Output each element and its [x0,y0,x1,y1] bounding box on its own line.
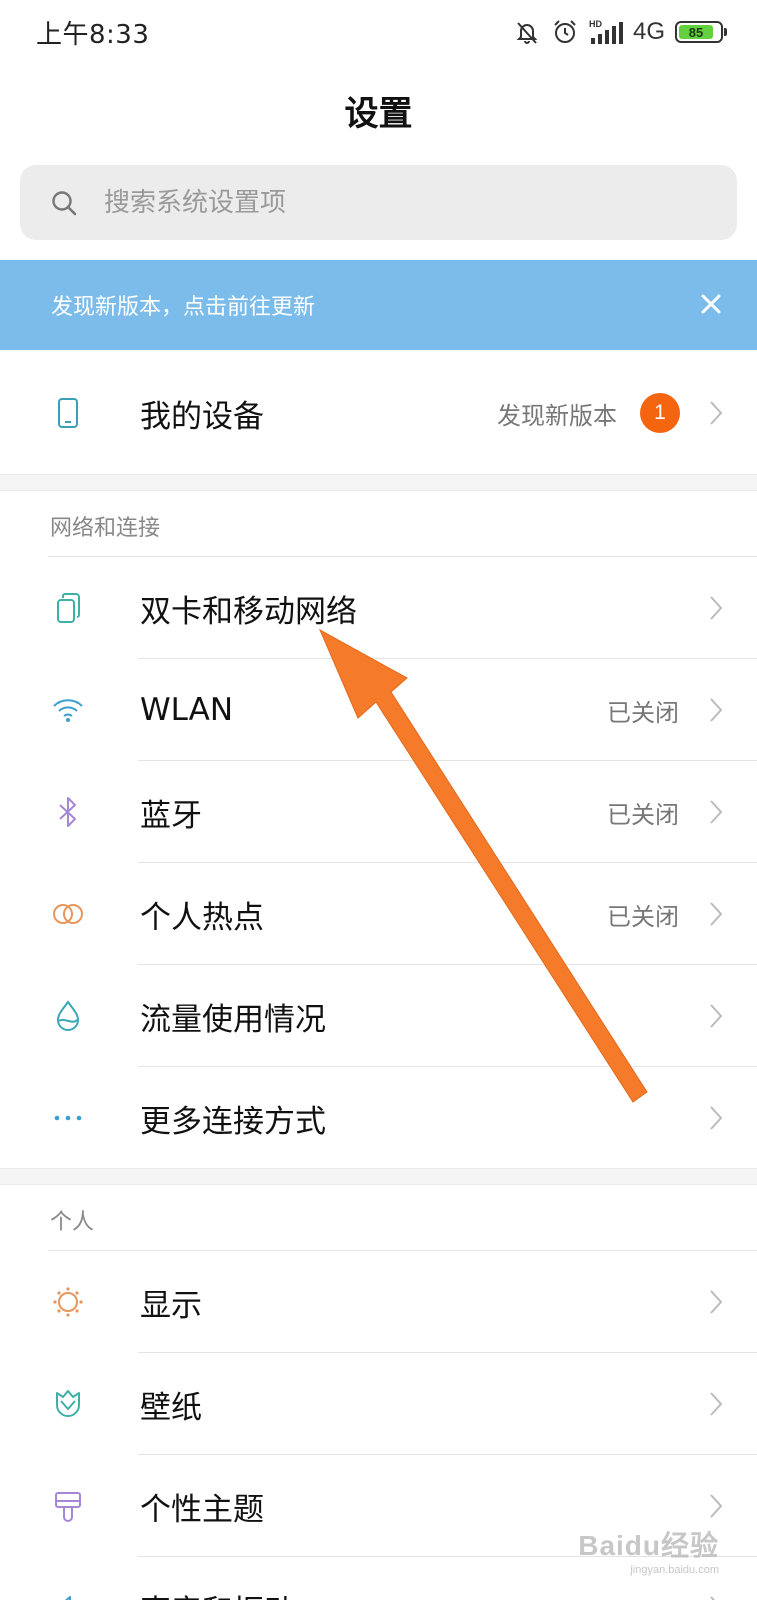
chevron-right-icon [710,1494,723,1518]
divider [138,760,757,761]
watermark-logo: Baidu经验 [578,1530,719,1561]
divider [48,556,757,557]
row-data-usage[interactable]: 流量使用情况 [0,966,757,1066]
row-bluetooth[interactable]: 蓝牙 已关闭 [0,762,757,862]
row-label: 更多连接方式 [140,1103,326,1140]
row-label: 个性主题 [140,1491,264,1528]
status-time: 上午8:33 [36,20,150,50]
row-label: 流量使用情况 [140,1001,326,1038]
status-bar: 上午8:33 HD 4G 85 [0,0,757,64]
chevron-right-icon [710,401,723,425]
display-icon [50,1284,86,1320]
section-gap [0,474,757,491]
row-label: 壁纸 [140,1389,202,1426]
row-label: 蓝牙 [140,797,202,834]
chevron-right-icon [710,1290,723,1314]
data-usage-icon [50,998,86,1034]
row-label: 显示 [140,1287,202,1324]
row-display[interactable]: 显示 [0,1252,757,1352]
alarm-icon [554,20,576,43]
sound-icon [50,1590,86,1600]
hotspot-icon [50,896,86,932]
divider [138,1352,757,1353]
close-icon[interactable] [697,290,725,318]
signal-icon: HD [589,19,623,44]
watermark-url: jingyan.baidu.com [630,1564,719,1576]
more-icon [50,1100,86,1136]
search-input[interactable] [104,187,664,218]
section-header-network: 网络和连接 [50,516,161,541]
row-status: 已关闭 [607,800,679,829]
page-title: 设置 [344,94,413,134]
row-wlan[interactable]: WLAN 已关闭 [0,660,757,760]
wallpaper-icon [50,1386,86,1422]
row-label: 双卡和移动网络 [140,593,357,630]
network-type: 4G [632,18,665,45]
my-device-row[interactable]: 我的设备 发现新版本 1 [0,363,757,463]
row-dual-sim[interactable]: 双卡和移动网络 [0,558,757,658]
update-badge: 1 [640,393,680,433]
chevron-right-icon [710,1004,723,1028]
watermark: Baidu经验 jingyan.baidu.com [578,1524,719,1576]
battery-level: 85 [688,24,704,40]
chevron-right-icon [710,1106,723,1130]
divider [138,964,757,965]
mute-icon [516,22,538,44]
row-label: 个人热点 [140,899,264,936]
chevron-right-icon [710,698,723,722]
my-device-status: 发现新版本 [497,401,617,430]
row-status: 已关闭 [607,902,679,931]
my-device-label: 我的设备 [140,398,264,435]
battery-icon: 85 [675,21,727,43]
chevron-right-icon [710,1392,723,1416]
row-wallpaper[interactable]: 壁纸 [0,1354,757,1454]
divider [138,1066,757,1067]
status-icons: HD 4G 85 [513,16,727,48]
row-status: 已关闭 [607,698,679,727]
search-icon [52,190,77,215]
update-banner[interactable]: 发现新版本，点击前往更新 [0,260,757,350]
chevron-right-icon [710,596,723,620]
dual-sim-icon [50,590,86,626]
section-gap [0,1168,757,1185]
hd-label: HD [589,19,602,29]
divider [48,1250,757,1251]
battery-fill: 85 [679,24,713,40]
row-more-connections[interactable]: 更多连接方式 [0,1068,757,1168]
row-label: WLAN [140,692,234,728]
banner-text: 发现新版本，点击前往更新 [51,295,316,320]
row-hotspot[interactable]: 个人热点 已关闭 [0,864,757,964]
chevron-right-icon [710,902,723,926]
wifi-icon [50,692,86,728]
search-bar[interactable] [20,165,737,240]
divider [138,862,757,863]
divider [138,658,757,659]
bluetooth-icon [50,794,86,830]
divider [138,1454,757,1455]
section-header-personal: 个人 [50,1210,95,1235]
chevron-right-icon [710,1596,716,1600]
row-label: 声音和振动 [140,1586,295,1600]
phone-icon [50,395,86,431]
chevron-right-icon [710,800,723,824]
theme-icon [50,1488,86,1524]
